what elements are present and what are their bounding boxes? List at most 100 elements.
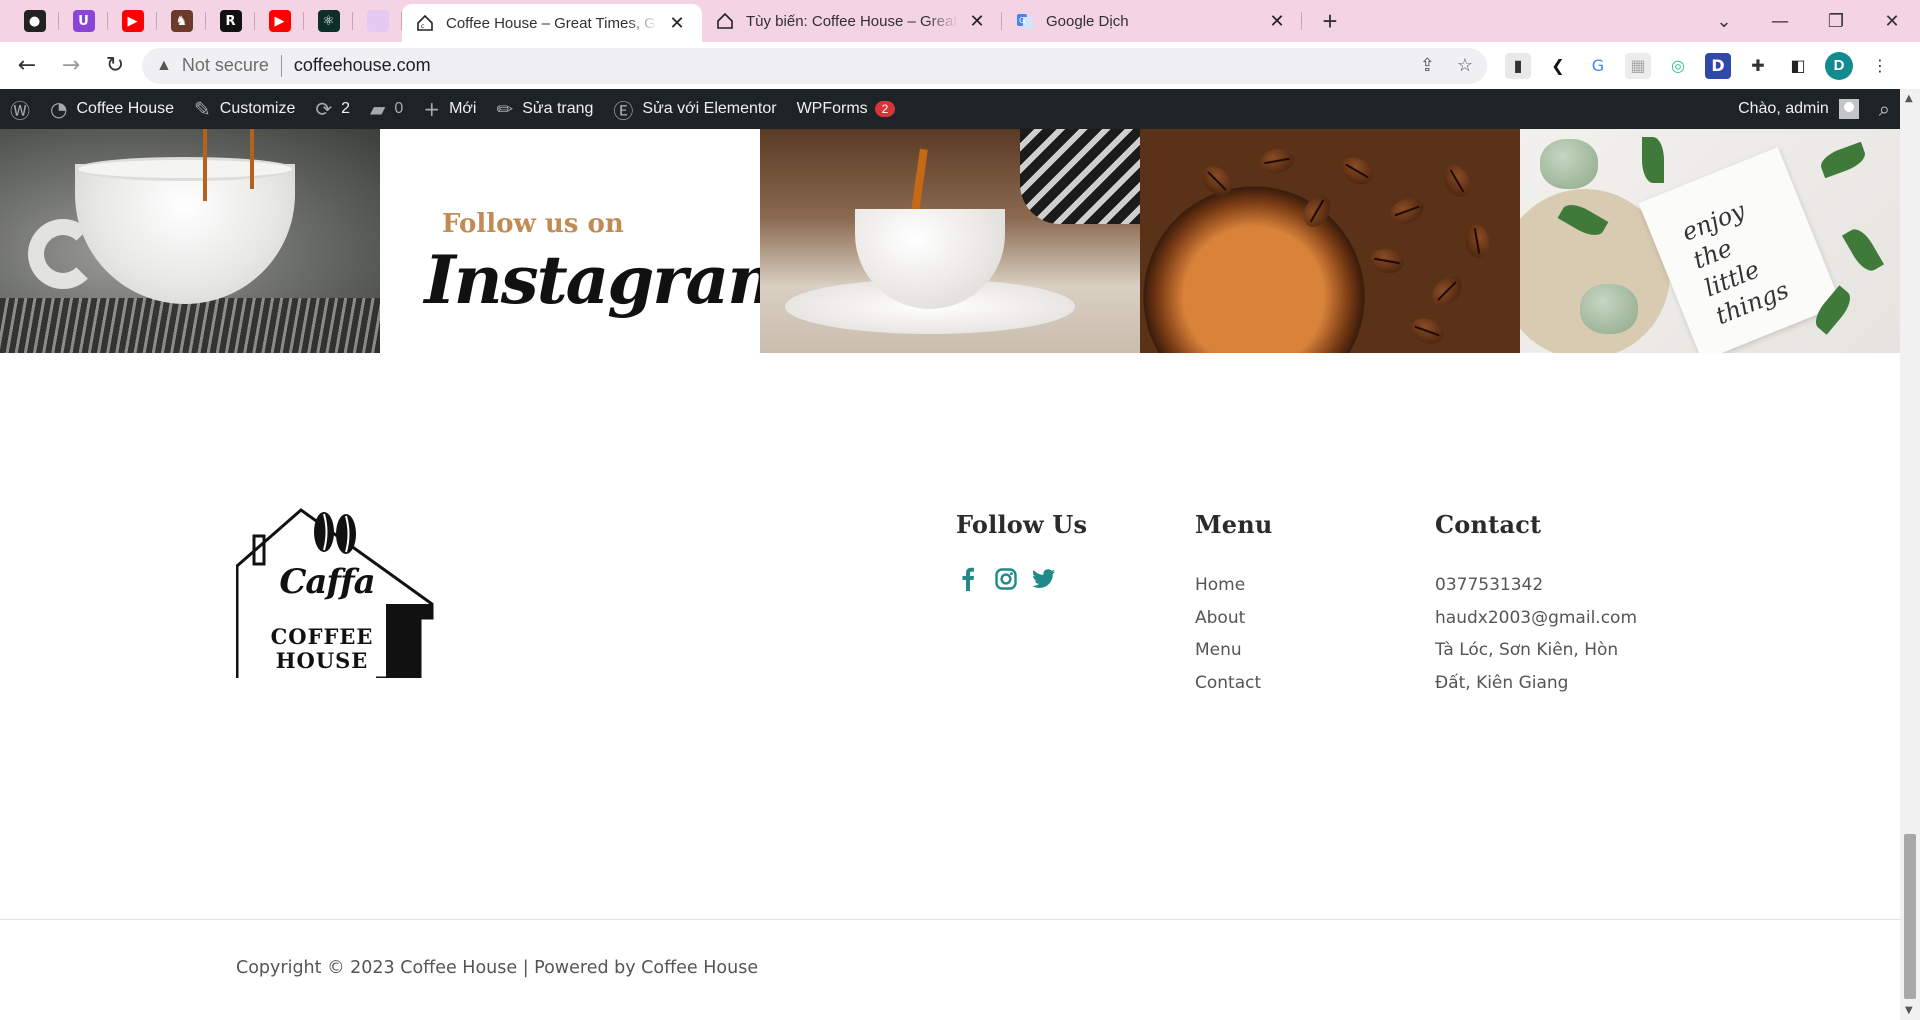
youtube-icon: ▶ [121, 10, 144, 32]
wp-my-account[interactable]: Chào, admin [1728, 89, 1869, 129]
pinned-tab[interactable]: ▶ [255, 0, 304, 42]
close-tab-icon[interactable]: ✕ [966, 10, 988, 32]
twitter-icon[interactable] [1032, 567, 1056, 591]
leaf [1841, 224, 1885, 276]
pinned-tab[interactable]: U [59, 0, 108, 42]
new-tab-button[interactable]: + [1310, 0, 1350, 42]
gallery-image-enjoy-little-things[interactable]: enjoy the little things [1520, 129, 1900, 353]
wp-site-name[interactable]: ◔ Coffee House [40, 89, 184, 129]
side-panel-icon[interactable]: ◧ [1785, 53, 1811, 79]
scroll-down-icon[interactable]: ▼ [1905, 1005, 1913, 1016]
coffee-house-favicon-icon: c [416, 14, 434, 32]
security-label: Not secure [181, 55, 269, 75]
footer-follow-column: Follow Us [956, 510, 1087, 591]
logo-line-1: COFFEE [270, 624, 374, 649]
scroll-up-icon[interactable]: ▲ [1905, 93, 1913, 104]
scrollbar-thumb[interactable] [1904, 834, 1916, 999]
coffee-bean [1386, 193, 1428, 229]
tab-customize[interactable]: Tùy biến: Coffee House – Great Times ✕ [702, 0, 1002, 42]
pinned-tab[interactable] [353, 0, 402, 42]
browser-window: ● U ▶ ♞ R ▶ ⚛ c Coffee House – Great Times, Go… [0, 0, 1920, 1020]
wp-customize[interactable]: ✎ Customize [184, 89, 305, 129]
wp-updates[interactable]: ⟳ 2 [305, 89, 360, 129]
tab-coffee-house[interactable]: c Coffee House – Great Times, Good Coffe… [402, 4, 702, 42]
wp-search[interactable]: ⌕ [1869, 89, 1900, 129]
french-press [1020, 129, 1140, 224]
google-translate-ext-icon[interactable]: G [1585, 53, 1611, 79]
coffee-house-logo[interactable]: Caffa COFFEE HOUSE [235, 506, 436, 680]
wp-comments[interactable]: ▰ 0 [360, 89, 413, 129]
extension-grey-icon[interactable]: ▦ [1625, 52, 1651, 79]
wp-admin-bar: Ⓦ ◔ Coffee House ✎ Customize ⟳ 2 ▰ 0 + Mới ✏ S… [0, 89, 1900, 129]
close-tab-icon[interactable]: ✕ [666, 12, 688, 34]
search-icon: ⌕ [1878, 97, 1890, 121]
footer-link-menu[interactable]: Menu [1195, 634, 1273, 667]
close-tab-icon[interactable]: ✕ [1266, 10, 1288, 32]
wp-edit-elementor[interactable]: Ⓔ Sửa với Elementor [603, 89, 786, 129]
svg-text:c: c [421, 23, 424, 30]
address-bar[interactable]: ▲ Not secure coffeehouse.com ⇪ ☆ [142, 47, 1487, 84]
footer-menu-column: Menu Home About Menu Contact [1195, 510, 1273, 699]
forward-icon[interactable]: → [54, 49, 88, 83]
wp-wpforms[interactable]: WPForms 2 [787, 89, 906, 129]
bookmark-star-icon[interactable]: ☆ [1457, 55, 1473, 76]
close-window-icon[interactable]: ✕ [1864, 11, 1920, 32]
omnibox-actions: ⇪ ☆ [1420, 55, 1473, 76]
browser-menu-icon[interactable]: ⋮ [1867, 53, 1893, 79]
share-icon[interactable]: ⇪ [1420, 55, 1435, 76]
pinned-tab[interactable]: R [206, 0, 255, 42]
elementor-icon: Ⓔ [613, 98, 634, 123]
pinned-tab[interactable]: ⚛ [304, 0, 353, 42]
user-avatar-icon [1838, 99, 1859, 119]
cup-shape [75, 164, 295, 304]
pinned-tab[interactable]: ♞ [157, 0, 206, 42]
gallery-image-espresso-cup[interactable] [0, 129, 380, 353]
instagram-icon[interactable] [994, 567, 1018, 591]
wp-logo-menu[interactable]: Ⓦ [0, 89, 40, 129]
page-scrollbar[interactable]: ▲ ▼ [1900, 89, 1920, 1020]
instagram-wordmark: Instagram [424, 241, 760, 319]
note-card: enjoy the little things [1638, 147, 1842, 353]
wpforms-label: WPForms [796, 100, 868, 117]
coffee-drip [203, 129, 207, 201]
macaron [1580, 284, 1638, 334]
social-links [956, 567, 1087, 591]
logo-script-text: Caffa [279, 562, 375, 602]
footer-contact-column: Contact 0377531342 haudx2003@gmail.com T… [1435, 510, 1637, 699]
minimize-icon[interactable]: — [1752, 11, 1808, 32]
profile-avatar[interactable]: D [1825, 51, 1853, 80]
tab-search-icon[interactable]: ⌄ [1696, 11, 1752, 32]
coffee-bean [1438, 160, 1476, 202]
extension-d-icon[interactable]: D [1705, 52, 1731, 79]
pinned-tab[interactable]: ● [10, 0, 59, 42]
restore-icon[interactable]: ❐ [1808, 11, 1864, 32]
pinned-tab[interactable]: ▶ [108, 0, 157, 42]
footer-link-about[interactable]: About [1195, 602, 1273, 635]
extension-icon[interactable]: ▮ [1505, 52, 1531, 79]
tab-title: Coffee House – Great Times, Good Coffee [446, 14, 658, 32]
gallery-image-coffee-beans[interactable] [1140, 129, 1520, 353]
back-icon[interactable]: ← [10, 49, 44, 83]
comments-count: 0 [394, 100, 404, 117]
dashboard-icon: ◔ [50, 97, 68, 121]
facebook-icon[interactable] [956, 567, 980, 591]
wp-new-content[interactable]: + Mới [413, 89, 486, 129]
leaf [1642, 137, 1664, 183]
warning-icon[interactable]: ▲ [156, 57, 172, 75]
new-label: Mới [449, 100, 477, 117]
follow-instagram-banner[interactable]: Follow us on Instagram [380, 129, 760, 353]
note-text: enjoy the little things [1678, 196, 1793, 331]
footer-link-contact[interactable]: Contact [1195, 667, 1273, 700]
footer-link-home[interactable]: Home [1195, 569, 1273, 602]
extension-green-icon[interactable]: ◎ [1665, 53, 1691, 79]
gallery-image-pour-over[interactable] [760, 129, 1140, 353]
wp-edit-page[interactable]: ✏ Sửa trang [486, 89, 603, 129]
reload-icon[interactable]: ↻ [98, 49, 132, 83]
extension-arrow-icon[interactable]: ❮ [1545, 53, 1571, 79]
tab-google-translate[interactable]: G Google Dịch ✕ [1002, 0, 1302, 42]
follow-us-heading: Follow Us [956, 510, 1088, 539]
url-text[interactable]: coffeehouse.com [294, 55, 431, 76]
menu-heading: Menu [1195, 510, 1273, 539]
leaf [1817, 141, 1869, 179]
extensions-puzzle-icon[interactable]: ✚ [1745, 53, 1771, 79]
